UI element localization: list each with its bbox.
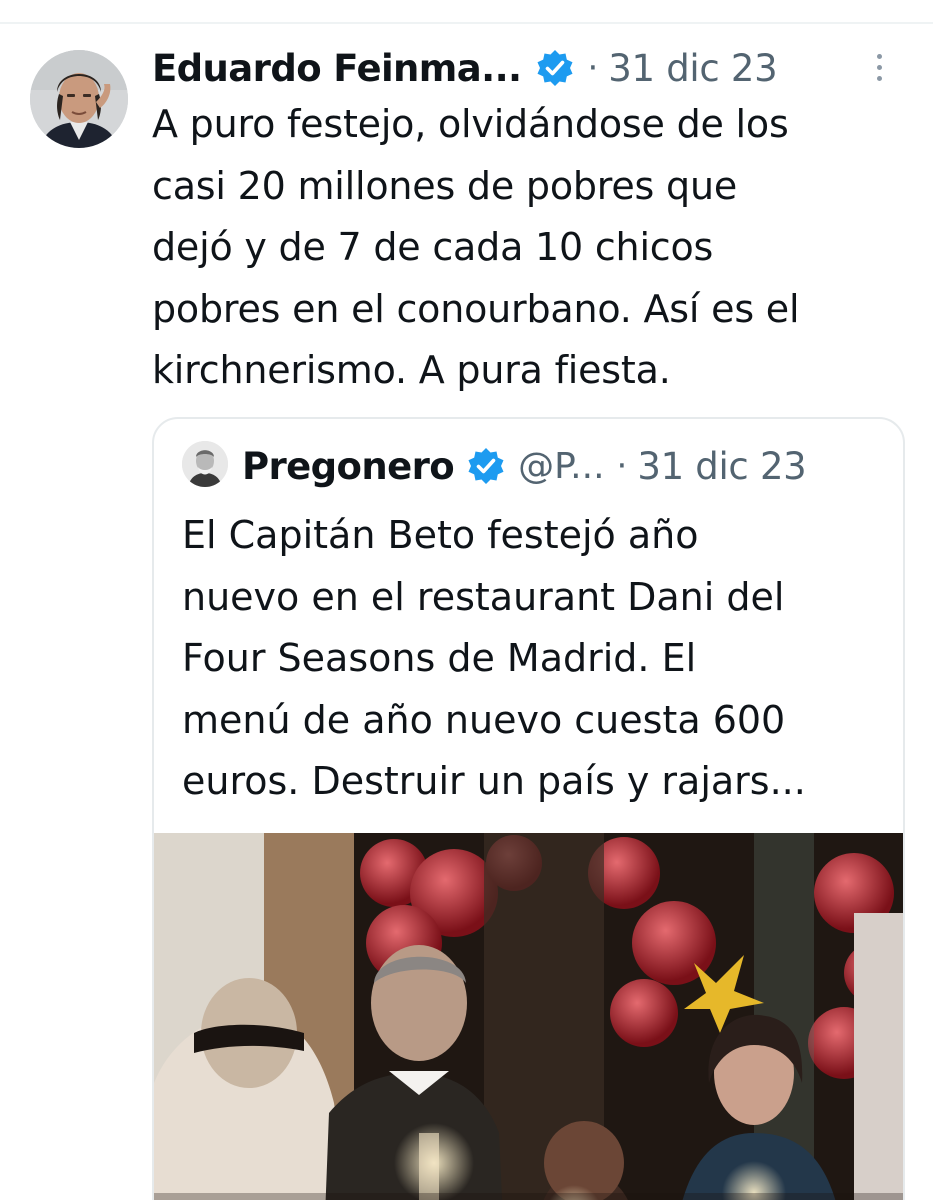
author-name[interactable]: Eduardo Feinma... [152, 47, 522, 90]
tweet-text: A puro festejo, olvidándose de los casi … [152, 94, 922, 402]
verified-badge-icon [468, 448, 504, 484]
quoted-author-avatar[interactable] [182, 441, 228, 487]
tweet-text-line: A puro festejo, olvidándose de los [152, 102, 789, 146]
tweet-header: Eduardo Feinma... · 31 dic 23 [152, 40, 912, 96]
quoted-header: Pregonero @P... · 31 dic 23 [242, 439, 892, 493]
quoted-handle[interactable]: @P... [518, 446, 604, 487]
verified-badge-icon [537, 50, 573, 86]
tweet-text-line: casi 20 millones de pobres que [152, 163, 738, 208]
quoted-text-line: Four Seasons de Madrid. El [182, 636, 697, 680]
tweet-text-line: kirchnerismo. A pura fiesta. [152, 348, 671, 392]
top-divider [0, 22, 933, 24]
quoted-text-line: euros. Destruir un país y rajars... [182, 759, 806, 803]
quoted-text-line: El Capitán Beto festejó año [182, 513, 699, 557]
tweet-text-line: pobres en el conourbano. Así es el [152, 286, 800, 331]
quoted-text: El Capitán Beto festejó año nuevo en el … [182, 505, 902, 813]
quoted-date[interactable]: 31 dic 23 [637, 445, 806, 488]
quoted-text-line: menú de año nuevo cuesta 600 [182, 697, 786, 742]
author-avatar[interactable] [30, 50, 128, 148]
tweet-date[interactable]: 31 dic 23 [608, 47, 777, 90]
separator-dot: · [587, 48, 599, 88]
quoted-tweet[interactable]: Pregonero @P... · 31 dic 23 El Capitán B… [152, 417, 905, 1200]
quoted-text-line: nuevo en el restaurant Dani del [182, 574, 785, 619]
tweet-text-line: dejó y de 7 de cada 10 chicos [152, 225, 714, 269]
quoted-media-photo[interactable] [154, 833, 903, 1200]
more-options-icon[interactable] [874, 54, 884, 88]
quoted-author-name[interactable]: Pregonero [242, 445, 455, 488]
separator-dot: · [616, 446, 628, 486]
